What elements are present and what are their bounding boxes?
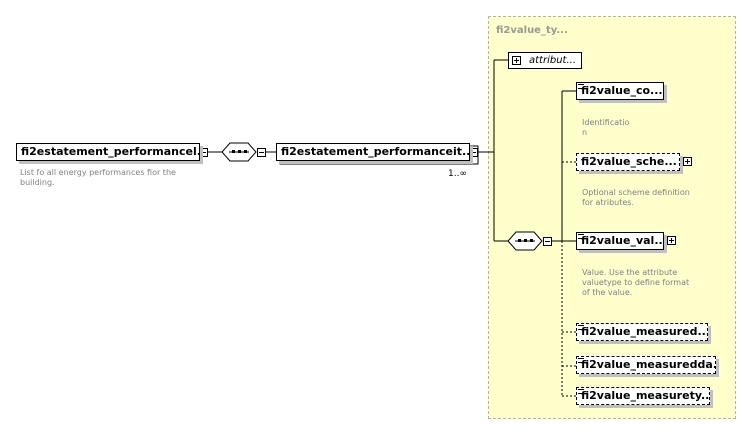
collapse-inner-sequence-toggle[interactable] (543, 237, 552, 246)
element-icon (578, 389, 584, 394)
element-label: fi2value_co... (581, 84, 663, 97)
sequence-compositor-outer (221, 142, 257, 162)
element-doc-value: Value. Use the attribute valuetype to de… (582, 268, 690, 297)
element-label: fi2value_measured... (581, 325, 708, 338)
element-node-value[interactable]: fi2value_val... (576, 232, 664, 250)
element-label: fi2value_measurety... (581, 389, 710, 402)
element-label: fi2value_sche... (581, 155, 677, 168)
element-node-code[interactable]: fi2value_co... (576, 82, 664, 100)
element-icon (578, 325, 584, 330)
child-element-node[interactable]: fi2estatement_performanceit... (276, 143, 470, 161)
collapse-sequence-toggle[interactable] (257, 148, 266, 157)
expand-attributes-icon[interactable] (512, 56, 521, 65)
element-doc-code: Identificatio n (582, 118, 630, 137)
element-icon (578, 234, 584, 239)
element-node-measured[interactable]: fi2value_measured... (576, 323, 708, 341)
collapse-child-toggle[interactable] (469, 148, 478, 157)
element-node-measuretype[interactable]: fi2value_measurety... (576, 387, 710, 405)
element-node-scheme[interactable]: fi2value_sche... (576, 153, 680, 171)
root-element-doc: List fo all energy performances fior the… (20, 168, 176, 187)
expand-value-icon[interactable] (667, 236, 676, 245)
child-element-label: fi2estatement_performanceit... (281, 145, 470, 158)
element-icon (578, 358, 584, 363)
attributes-label: attribut... (529, 55, 577, 66)
collapse-root-toggle[interactable] (199, 148, 208, 157)
root-element-node[interactable]: fi2estatement_performancel... (16, 143, 200, 161)
element-icon (578, 84, 584, 89)
sequence-compositor-inner (507, 231, 543, 251)
element-doc-scheme: Optional scheme definition for atributes… (582, 188, 690, 207)
element-label: fi2value_val... (581, 234, 664, 247)
expand-scheme-icon[interactable] (683, 157, 692, 166)
root-element-label: fi2estatement_performancel... (21, 145, 200, 158)
element-node-measureddate[interactable]: fi2value_measuredda... (576, 356, 716, 374)
element-label: fi2value_measuredda... (581, 358, 716, 371)
child-cardinality: 1..∞ (448, 169, 467, 179)
